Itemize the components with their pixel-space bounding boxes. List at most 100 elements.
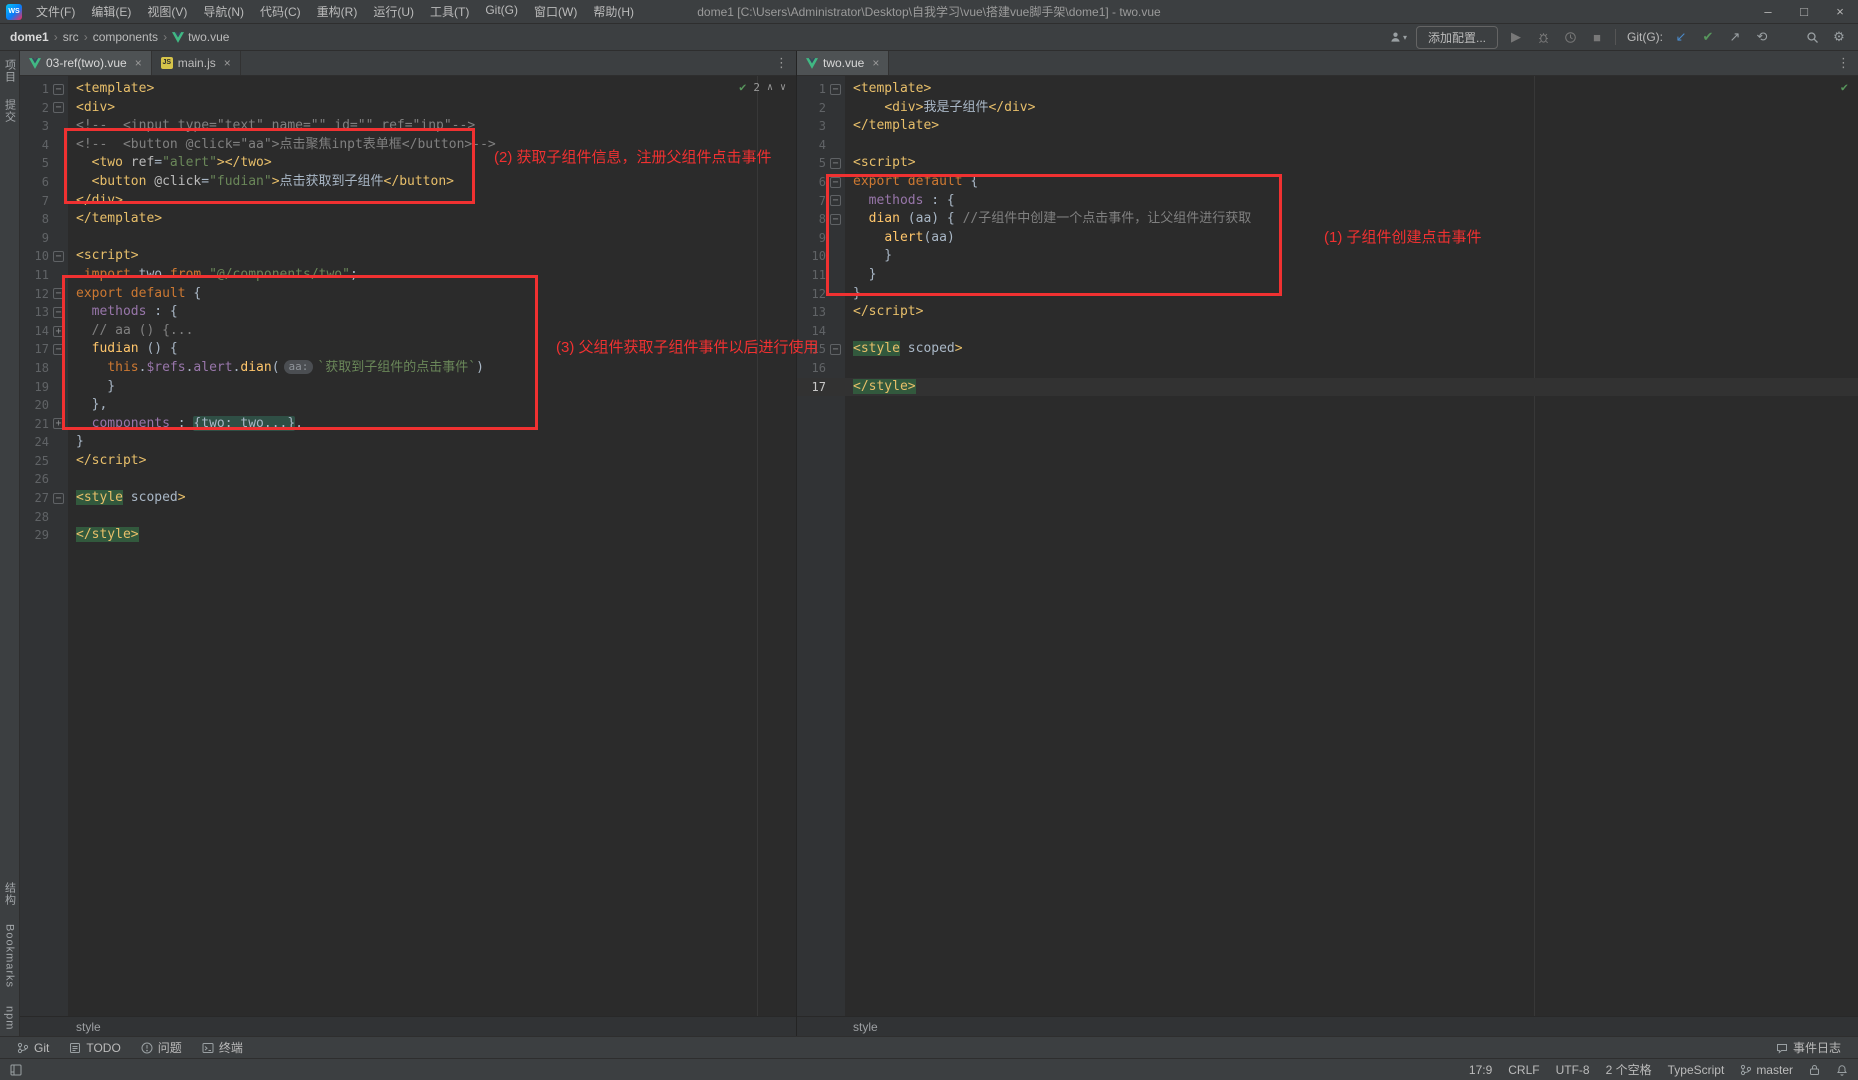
git-update-icon[interactable]: ↙ (1672, 28, 1690, 46)
gutter[interactable]: 9 (797, 229, 845, 248)
code-text[interactable]: } (845, 285, 861, 304)
status-item-4[interactable]: TypeScript (1668, 1063, 1725, 1077)
code-line[interactable]: 6 <button @click="fudian">点击获取到子组件</butt… (20, 173, 796, 192)
fold-icon[interactable]: − (53, 251, 64, 263)
breadcrumb-style-tag[interactable]: style (853, 1020, 878, 1034)
gutter[interactable]: 5 (20, 154, 68, 173)
menu-item-5[interactable]: 重构(R) (309, 0, 366, 23)
code-line[interactable]: 13− methods : { (20, 303, 796, 322)
code-text[interactable]: alert(aa) (845, 229, 954, 248)
close-icon[interactable]: × (872, 56, 879, 70)
editor-options-kebab-icon[interactable]: ⋮ (1837, 55, 1850, 71)
debug-icon[interactable] (1534, 28, 1552, 46)
lock-icon[interactable] (1809, 1064, 1820, 1076)
fold-icon[interactable]: − (53, 306, 64, 318)
code-line[interactable]: 10 } (797, 247, 1858, 266)
notifications-icon[interactable] (1836, 1064, 1848, 1076)
gutter[interactable]: 4 (20, 136, 68, 155)
code-line[interactable]: 17− fudian () { (20, 340, 796, 359)
code-line[interactable]: 28 (20, 508, 796, 527)
code-text[interactable]: export default { (68, 285, 201, 304)
menu-item-8[interactable]: Git(G) (477, 0, 526, 23)
code-text[interactable] (68, 229, 76, 248)
gutter[interactable]: 17 (797, 378, 845, 397)
breadcrumb-item[interactable]: components (93, 30, 158, 44)
status-item-1[interactable]: CRLF (1508, 1063, 1539, 1077)
fold-icon[interactable]: − (830, 176, 841, 188)
code-line[interactable]: 1− <template> (797, 80, 1858, 99)
add-configuration-button[interactable]: 添加配置... (1415, 25, 1498, 49)
breadcrumb-item[interactable]: two.vue (172, 30, 229, 44)
git-branch-widget[interactable]: master (1740, 1063, 1793, 1077)
code-line[interactable]: 27− <style scoped> (20, 489, 796, 508)
tab-03-ref(two).vue[interactable]: 03-ref(two).vue × (20, 51, 152, 75)
close-icon[interactable]: × (135, 56, 142, 70)
toolwindow-button-终端[interactable]: 终端 (193, 1037, 252, 1058)
gutter[interactable]: 21 + (20, 415, 68, 434)
code-line[interactable]: 12} (797, 285, 1858, 304)
gutter[interactable]: 7− (797, 192, 845, 211)
gutter[interactable]: 2− (20, 99, 68, 118)
code-line[interactable]: 11 } (797, 266, 1858, 285)
gutter[interactable]: 18 (20, 359, 68, 378)
code-text[interactable]: <button @click="fudian">点击获取到子组件</button… (68, 173, 454, 192)
code-text[interactable]: </script> (845, 303, 923, 322)
run-icon[interactable]: ▶ (1507, 28, 1525, 46)
stop-icon[interactable]: ■ (1588, 28, 1606, 46)
code-line[interactable]: 11 import two from "@/components/two"; (20, 266, 796, 285)
code-text[interactable] (68, 508, 76, 527)
search-icon[interactable] (1803, 28, 1821, 46)
code-line[interactable]: 18 this.$refs.alert.dian(aa: `获取到子组件的点击事件… (20, 359, 796, 378)
code-text[interactable]: export default { (845, 173, 978, 192)
gutter[interactable]: 14 (797, 322, 845, 341)
menu-item-3[interactable]: 导航(N) (195, 0, 252, 23)
gutter[interactable]: 10− (20, 247, 68, 266)
code-line[interactable]: 14 + // aa () {... (20, 322, 796, 341)
menu-item-6[interactable]: 运行(U) (365, 0, 422, 23)
code-text[interactable]: // aa () {... (68, 322, 194, 341)
code-line[interactable]: 7− methods : { (797, 192, 1858, 211)
gutter[interactable]: 15− (797, 340, 845, 359)
gutter[interactable]: 3 (20, 117, 68, 136)
tool-stripe-bottom-1[interactable]: Bookmarks (4, 924, 16, 988)
fold-icon[interactable]: − (830, 213, 841, 225)
maximize-button[interactable]: □ (1786, 0, 1822, 23)
fold-icon[interactable]: − (830, 83, 841, 95)
gutter[interactable]: 7 (20, 192, 68, 211)
profiler-icon[interactable] (1561, 28, 1579, 46)
code-line[interactable]: 17 </style> (797, 377, 1858, 397)
inspections-widget[interactable]: ✔ (1841, 80, 1848, 94)
fold-icon[interactable]: − (53, 288, 64, 300)
gutter[interactable]: 16 (797, 359, 845, 378)
toolwindow-button-TODO[interactable]: TODO (60, 1037, 129, 1058)
code-line[interactable]: 14 (797, 322, 1858, 341)
code-text[interactable]: <two ref="alert"></two> (68, 154, 272, 173)
code-text[interactable]: methods : { (845, 192, 955, 211)
code-line[interactable]: 20 }, (20, 396, 796, 415)
gutter[interactable]: 13− (20, 303, 68, 322)
menu-item-2[interactable]: 视图(V) (139, 0, 195, 23)
code-text[interactable] (845, 322, 853, 341)
gutter[interactable]: 5− (797, 154, 845, 173)
code-text[interactable]: fudian () { (68, 340, 178, 359)
code-text[interactable]: </div> (68, 192, 123, 211)
gutter[interactable]: 4 (797, 136, 845, 155)
code-text[interactable]: dian (aa) { //子组件中创建一个点击事件，让父组件进行获取 (845, 210, 1252, 229)
code-line[interactable]: 1− <template> (20, 80, 796, 99)
toolwindow-button-Git[interactable]: Git (8, 1037, 58, 1058)
toolwindow-button-问题[interactable]: 问题 (132, 1037, 191, 1058)
code-text[interactable]: <script> (68, 247, 139, 266)
code-line[interactable]: 19 } (20, 378, 796, 397)
code-line[interactable]: 2− <div> (20, 99, 796, 118)
code-text[interactable] (68, 470, 76, 489)
close-button[interactable]: × (1822, 0, 1858, 23)
settings-icon[interactable]: ⚙ (1830, 28, 1848, 46)
code-line[interactable]: 2 <div>我是子组件</div> (797, 99, 1858, 118)
gutter[interactable]: 17− (20, 340, 68, 359)
code-text[interactable]: } (68, 378, 115, 397)
toolwindow-button-事件日志[interactable]: 事件日志 (1767, 1037, 1850, 1058)
code-line[interactable]: 5− <script> (797, 154, 1858, 173)
code-line[interactable]: 4 (797, 136, 1858, 155)
menu-item-4[interactable]: 代码(C) (252, 0, 309, 23)
code-line[interactable]: 5 <two ref="alert"></two> (20, 154, 796, 173)
